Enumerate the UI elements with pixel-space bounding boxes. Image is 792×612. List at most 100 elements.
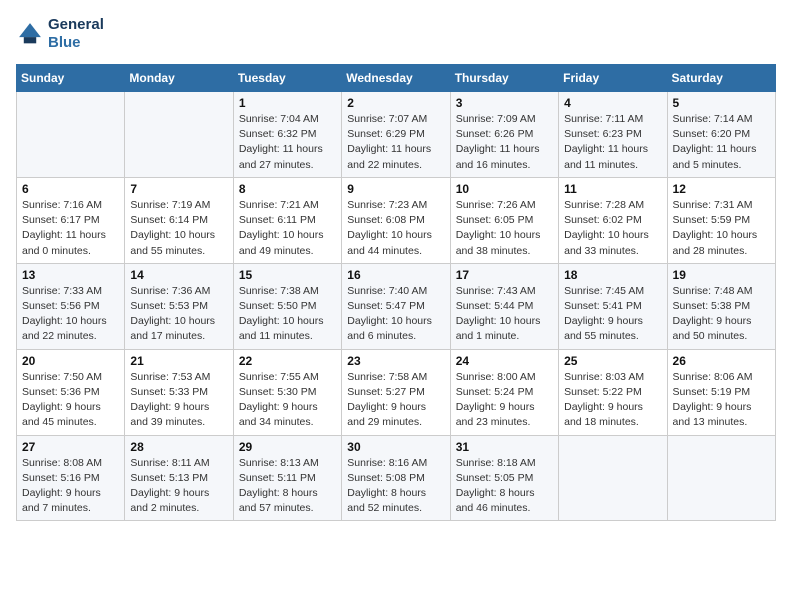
day-info: Sunrise: 7:45 AMSunset: 5:41 PMDaylight:…: [564, 284, 661, 345]
day-info: Sunrise: 8:18 AMSunset: 5:05 PMDaylight:…: [456, 456, 553, 517]
day-info: Sunrise: 8:16 AMSunset: 5:08 PMDaylight:…: [347, 456, 444, 517]
day-info: Sunrise: 7:48 AMSunset: 5:38 PMDaylight:…: [673, 284, 770, 345]
day-cell: 27Sunrise: 8:08 AMSunset: 5:16 PMDayligh…: [17, 435, 125, 521]
weekday-header-row: SundayMondayTuesdayWednesdayThursdayFrid…: [17, 65, 776, 92]
day-info: Sunrise: 7:31 AMSunset: 5:59 PMDaylight:…: [673, 198, 770, 259]
day-number: 15: [239, 268, 336, 282]
day-cell: 22 Sunrise: 7:55 AMSunset: 5:30 PMDayligh…: [233, 349, 341, 435]
day-cell: 20 Sunrise: 7:50 AMSunset: 5:36 PMDayligh…: [17, 349, 125, 435]
day-cell: 25Sunrise: 8:03 AMSunset: 5:22 PMDayligh…: [559, 349, 667, 435]
day-number: 8: [239, 182, 336, 196]
day-info: Sunrise: 8:06 AMSunset: 5:19 PMDaylight:…: [673, 370, 770, 431]
day-number: 20: [22, 354, 119, 368]
day-info: Sunrise: 8:11 AMSunset: 5:13 PMDaylight:…: [130, 456, 227, 517]
day-number: 26: [673, 354, 770, 368]
day-number: 21: [130, 354, 227, 368]
day-number: 12: [673, 182, 770, 196]
day-cell: 8 Sunrise: 7:21 AMSunset: 6:11 PMDaylight…: [233, 177, 341, 263]
week-row-1: 6Sunrise: 7:16 AMSunset: 6:17 PMDaylight…: [17, 177, 776, 263]
day-number: 5: [673, 96, 770, 110]
day-number: 23: [347, 354, 444, 368]
day-info: Sunrise: 8:03 AMSunset: 5:22 PMDaylight:…: [564, 370, 661, 431]
day-number: 22: [239, 354, 336, 368]
day-number: 3: [456, 96, 553, 110]
weekday-tuesday: Tuesday: [233, 65, 341, 92]
day-info: Sunrise: 7:58 AMSunset: 5:27 PMDaylight:…: [347, 370, 444, 431]
day-number: 14: [130, 268, 227, 282]
day-cell: 1 Sunrise: 7:04 AMSunset: 6:32 PMDaylight…: [233, 92, 341, 178]
weekday-wednesday: Wednesday: [342, 65, 450, 92]
day-cell: 4 Sunrise: 7:11 AMSunset: 6:23 PMDaylight…: [559, 92, 667, 178]
day-number: 10: [456, 182, 553, 196]
day-info: Sunrise: 7:55 AMSunset: 5:30 PMDaylight:…: [239, 370, 336, 431]
day-info: Sunrise: 7:28 AMSunset: 6:02 PMDaylight:…: [564, 198, 661, 259]
logo-icon: [16, 20, 44, 48]
day-info: Sunrise: 7:14 AMSunset: 6:20 PMDaylight:…: [673, 112, 770, 173]
day-number: 13: [22, 268, 119, 282]
day-number: 4: [564, 96, 661, 110]
week-row-3: 20 Sunrise: 7:50 AMSunset: 5:36 PMDayligh…: [17, 349, 776, 435]
day-cell: 16Sunrise: 7:40 AMSunset: 5:47 PMDayligh…: [342, 263, 450, 349]
day-cell: 30Sunrise: 8:16 AMSunset: 5:08 PMDayligh…: [342, 435, 450, 521]
page-header: General Blue: [16, 16, 776, 52]
day-cell: [17, 92, 125, 178]
day-info: Sunrise: 7:43 AMSunset: 5:44 PMDaylight:…: [456, 284, 553, 345]
weekday-saturday: Saturday: [667, 65, 775, 92]
logo-text: General Blue: [48, 16, 104, 52]
day-cell: 24 Sunrise: 8:00 AMSunset: 5:24 PMDayligh…: [450, 349, 558, 435]
day-number: 11: [564, 182, 661, 196]
weekday-thursday: Thursday: [450, 65, 558, 92]
day-cell: 7Sunrise: 7:19 AMSunset: 6:14 PMDaylight…: [125, 177, 233, 263]
day-cell: 12 Sunrise: 7:31 AMSunset: 5:59 PMDayligh…: [667, 177, 775, 263]
weekday-sunday: Sunday: [17, 65, 125, 92]
weekday-friday: Friday: [559, 65, 667, 92]
day-info: Sunrise: 7:21 AMSunset: 6:11 PMDaylight:…: [239, 198, 336, 259]
day-cell: 11 Sunrise: 7:28 AMSunset: 6:02 PMDayligh…: [559, 177, 667, 263]
day-number: 2: [347, 96, 444, 110]
day-cell: 2 Sunrise: 7:07 AMSunset: 6:29 PMDaylight…: [342, 92, 450, 178]
day-cell: 5 Sunrise: 7:14 AMSunset: 6:20 PMDaylight…: [667, 92, 775, 178]
day-info: Sunrise: 7:53 AMSunset: 5:33 PMDaylight:…: [130, 370, 227, 431]
day-cell: 13 Sunrise: 7:33 AMSunset: 5:56 PMDayligh…: [17, 263, 125, 349]
day-number: 9: [347, 182, 444, 196]
day-info: Sunrise: 7:26 AMSunset: 6:05 PMDaylight:…: [456, 198, 553, 259]
day-number: 31: [456, 440, 553, 454]
day-info: Sunrise: 7:09 AMSunset: 6:26 PMDaylight:…: [456, 112, 553, 173]
day-cell: [559, 435, 667, 521]
day-info: Sunrise: 8:00 AMSunset: 5:24 PMDaylight:…: [456, 370, 553, 431]
day-cell: 23 Sunrise: 7:58 AMSunset: 5:27 PMDayligh…: [342, 349, 450, 435]
day-number: 1: [239, 96, 336, 110]
weekday-monday: Monday: [125, 65, 233, 92]
day-cell: 17Sunrise: 7:43 AMSunset: 5:44 PMDayligh…: [450, 263, 558, 349]
day-info: Sunrise: 7:07 AMSunset: 6:29 PMDaylight:…: [347, 112, 444, 173]
day-cell: 6Sunrise: 7:16 AMSunset: 6:17 PMDaylight…: [17, 177, 125, 263]
day-info: Sunrise: 7:23 AMSunset: 6:08 PMDaylight:…: [347, 198, 444, 259]
day-cell: 26 Sunrise: 8:06 AMSunset: 5:19 PMDayligh…: [667, 349, 775, 435]
day-info: Sunrise: 7:36 AMSunset: 5:53 PMDaylight:…: [130, 284, 227, 345]
day-number: 16: [347, 268, 444, 282]
calendar-table: SundayMondayTuesdayWednesdayThursdayFrid…: [16, 64, 776, 521]
day-cell: 21 Sunrise: 7:53 AMSunset: 5:33 PMDayligh…: [125, 349, 233, 435]
day-info: Sunrise: 7:16 AMSunset: 6:17 PMDaylight:…: [22, 198, 119, 259]
day-info: Sunrise: 7:50 AMSunset: 5:36 PMDaylight:…: [22, 370, 119, 431]
logo: General Blue: [16, 16, 104, 52]
day-number: 28: [130, 440, 227, 454]
day-cell: 10 Sunrise: 7:26 AMSunset: 6:05 PMDayligh…: [450, 177, 558, 263]
day-number: 7: [130, 182, 227, 196]
day-cell: 31 Sunrise: 8:18 AMSunset: 5:05 PMDayligh…: [450, 435, 558, 521]
day-info: Sunrise: 7:33 AMSunset: 5:56 PMDaylight:…: [22, 284, 119, 345]
day-number: 24: [456, 354, 553, 368]
day-info: Sunrise: 8:13 AMSunset: 5:11 PMDaylight:…: [239, 456, 336, 517]
week-row-0: 1 Sunrise: 7:04 AMSunset: 6:32 PMDaylight…: [17, 92, 776, 178]
day-number: 27: [22, 440, 119, 454]
day-cell: [125, 92, 233, 178]
day-cell: 15Sunrise: 7:38 AMSunset: 5:50 PMDayligh…: [233, 263, 341, 349]
week-row-4: 27Sunrise: 8:08 AMSunset: 5:16 PMDayligh…: [17, 435, 776, 521]
day-number: 19: [673, 268, 770, 282]
day-cell: 9 Sunrise: 7:23 AMSunset: 6:08 PMDaylight…: [342, 177, 450, 263]
day-cell: 3 Sunrise: 7:09 AMSunset: 6:26 PMDaylight…: [450, 92, 558, 178]
day-cell: 18Sunrise: 7:45 AMSunset: 5:41 PMDayligh…: [559, 263, 667, 349]
day-info: Sunrise: 7:04 AMSunset: 6:32 PMDaylight:…: [239, 112, 336, 173]
day-cell: [667, 435, 775, 521]
day-info: Sunrise: 7:11 AMSunset: 6:23 PMDaylight:…: [564, 112, 661, 173]
